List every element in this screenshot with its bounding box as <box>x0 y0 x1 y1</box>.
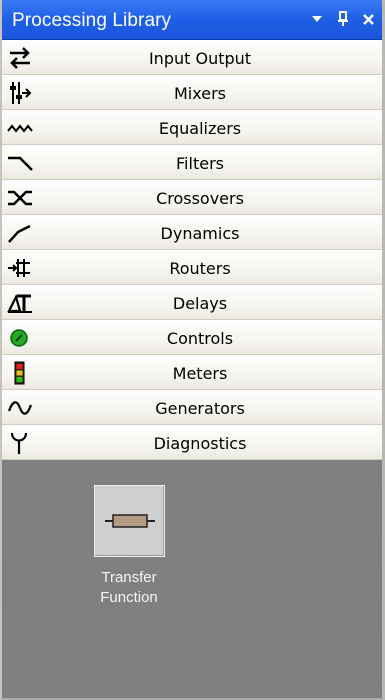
category-label: Dynamics <box>160 224 240 243</box>
category-label: Routers <box>169 259 231 278</box>
category-label: Filters <box>176 154 224 173</box>
category-list: Input Output Mixers Equalizers Filters C… <box>2 40 382 460</box>
category-delays[interactable]: Delays <box>2 285 382 320</box>
category-routers[interactable]: Routers <box>2 250 382 285</box>
category-label: Delays <box>172 294 228 313</box>
category-crossovers[interactable]: Crossovers <box>2 180 382 215</box>
category-meters[interactable]: Meters <box>2 355 382 390</box>
category-label: Equalizers <box>158 119 242 138</box>
category-equalizers[interactable]: Equalizers <box>2 110 382 145</box>
category-diagnostics[interactable]: Diagnostics <box>2 425 382 460</box>
transfer-function-tile[interactable] <box>94 485 165 557</box>
panel-title: Processing Library <box>12 10 172 31</box>
category-controls[interactable]: Controls <box>2 320 382 355</box>
transfer-function-icon <box>105 510 155 537</box>
category-filters[interactable]: Filters <box>2 145 382 180</box>
category-input-output[interactable]: Input Output <box>2 40 382 75</box>
transfer-function-label[interactable]: Transfer Function <box>64 568 194 608</box>
category-label: Crossovers <box>156 189 244 208</box>
pin-icon[interactable] <box>332 7 354 31</box>
processing-library-panel: Processing Library Input Output Mixers E… <box>0 0 385 700</box>
category-label: Mixers <box>174 84 226 103</box>
dropdown-arrow-icon[interactable] <box>306 7 328 31</box>
category-label: Controls <box>166 329 234 348</box>
category-label: Meters <box>172 364 228 383</box>
category-dynamics[interactable]: Dynamics <box>2 215 382 250</box>
category-label: Diagnostics <box>153 434 247 453</box>
panel-titlebar[interactable]: Processing Library <box>2 0 382 40</box>
category-label: Generators <box>155 399 245 418</box>
close-icon[interactable] <box>357 7 379 31</box>
category-mixers[interactable]: Mixers <box>2 75 382 110</box>
category-label: Input Output <box>148 49 252 68</box>
diagnostics-items-area: Transfer Function <box>2 460 382 698</box>
category-generators[interactable]: Generators <box>2 390 382 425</box>
